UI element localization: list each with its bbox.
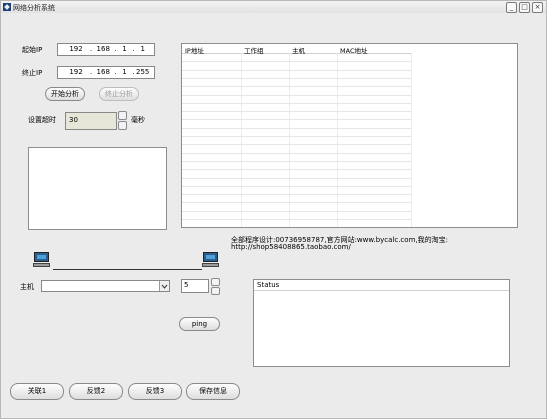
title-bar: 网络分析系统 _ □ × (1, 1, 546, 13)
timeout-up-button[interactable] (118, 111, 127, 120)
status-label: Status (257, 281, 280, 289)
table-row[interactable] (182, 194, 411, 196)
status-header: Status (254, 280, 509, 291)
column-header-ip[interactable]: IP地址 (185, 45, 204, 55)
ping-count-input[interactable]: 5 (181, 279, 209, 293)
start-ip-octet-1: 192 (69, 45, 83, 53)
table-row[interactable] (182, 202, 411, 204)
column-header-workgroup[interactable]: 工作组 (244, 45, 264, 55)
timeout-down-button[interactable] (118, 121, 127, 130)
column-divider (241, 53, 242, 227)
ping-count-down-button[interactable] (211, 287, 220, 295)
end-ip-octet-1: 192 (69, 68, 83, 76)
table-row[interactable] (182, 219, 411, 220)
table-row[interactable] (182, 136, 411, 137)
table-row[interactable] (182, 61, 411, 63)
table-row[interactable] (182, 86, 411, 88)
table-row[interactable] (182, 102, 411, 104)
host-label: 主机 (20, 283, 34, 291)
save-info-button[interactable]: 保存信息 (186, 383, 240, 400)
column-divider (289, 53, 290, 227)
table-row[interactable] (182, 160, 411, 162)
close-button[interactable]: × (532, 2, 543, 13)
maximize-button[interactable]: □ (519, 2, 530, 13)
table-row[interactable] (182, 185, 411, 187)
minimize-button[interactable]: _ (506, 2, 517, 13)
window-title: 网络分析系统 (13, 4, 55, 12)
status-panel[interactable]: Status (253, 279, 510, 367)
results-table[interactable]: IP地址 工作组 主机 MAC地址 (181, 43, 518, 228)
table-row[interactable] (182, 94, 411, 96)
table-row[interactable] (182, 119, 411, 121)
chevron-down-icon[interactable] (159, 281, 169, 291)
end-ip-octet-3: 1 (122, 68, 127, 76)
credits-line-2: http://shop58408865.taobao.com/ (231, 243, 351, 251)
table-row[interactable] (182, 177, 411, 179)
column-header-host[interactable]: 主机 (292, 45, 305, 55)
table-row[interactable] (182, 169, 411, 171)
column-divider (337, 53, 338, 227)
end-ip-octet-2: 168 (96, 68, 110, 76)
end-ip-label: 终止IP (22, 69, 43, 77)
link1-button[interactable]: 关联1 (10, 383, 64, 400)
table-row[interactable] (182, 210, 411, 212)
table-row[interactable] (182, 127, 411, 129)
network-link-line (53, 269, 202, 270)
local-computer-icon (33, 252, 50, 268)
stop-analysis-button[interactable]: 终止分析 (99, 87, 139, 101)
feedback3-button[interactable]: 反馈3 (128, 383, 182, 400)
start-ip-octet-2: 168 (96, 45, 110, 53)
ping-button[interactable]: ping (179, 317, 220, 331)
start-ip-octet-3: 1 (122, 45, 127, 53)
start-ip-label: 起始IP (22, 46, 43, 54)
feedback2-button[interactable]: 反馈2 (69, 383, 123, 400)
end-ip-octet-4: 255 (136, 68, 150, 76)
table-row[interactable] (182, 227, 411, 228)
timeout-input[interactable]: 30 (65, 112, 117, 130)
log-panel[interactable] (28, 147, 167, 230)
start-ip-octet-4: 1 (140, 45, 145, 53)
timeout-unit: 毫秒 (131, 116, 145, 124)
table-row[interactable] (182, 111, 411, 113)
start-ip-input[interactable]: 192. 168. 1. 1 (57, 43, 155, 56)
column-divider (411, 53, 412, 227)
remote-computer-icon (202, 252, 219, 268)
column-header-mac[interactable]: MAC地址 (340, 45, 367, 55)
table-row[interactable] (182, 152, 411, 154)
table-row[interactable] (182, 69, 411, 71)
table-row[interactable] (182, 144, 411, 146)
results-table-header: IP地址 工作组 主机 MAC地址 (182, 44, 411, 55)
start-analysis-button[interactable]: 开始分析 (45, 87, 85, 101)
table-row[interactable] (182, 77, 411, 79)
end-ip-input[interactable]: 192. 168. 1.255 (57, 66, 155, 79)
ping-count-up-button[interactable] (211, 278, 220, 286)
host-combobox[interactable] (41, 280, 170, 292)
app-icon (3, 3, 11, 11)
timeout-label: 设置超时 (28, 116, 56, 124)
